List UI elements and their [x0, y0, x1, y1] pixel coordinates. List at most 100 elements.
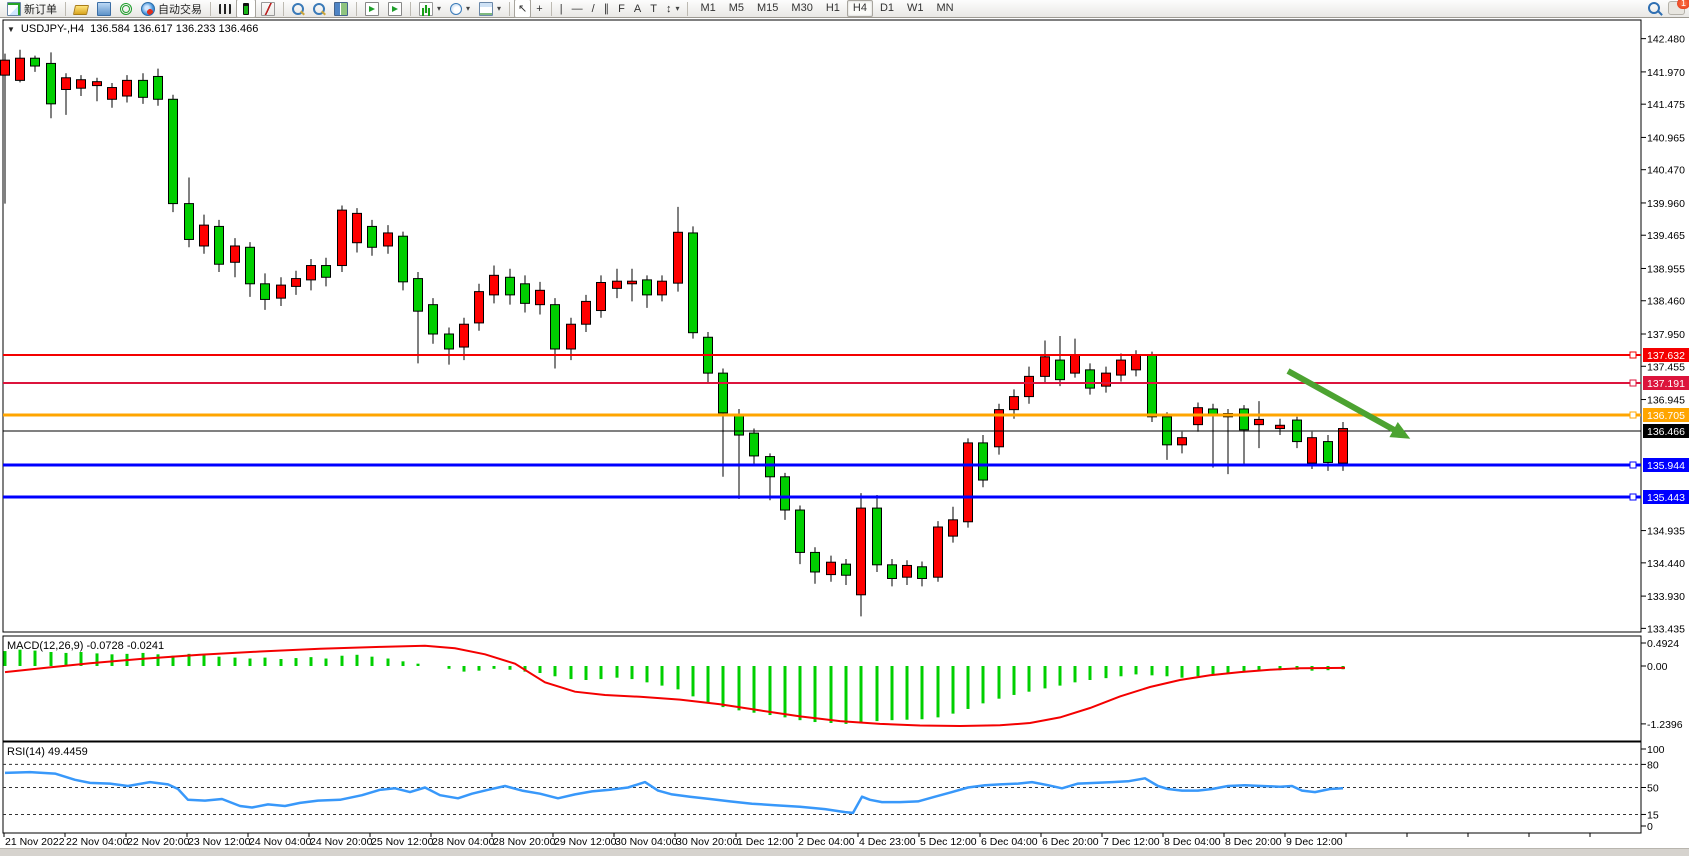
timeframe-h4[interactable]: H4 — [847, 0, 873, 17]
candle — [139, 73, 148, 104]
candle — [766, 453, 775, 500]
timeframe-m15[interactable]: M15 — [751, 0, 784, 17]
vertical-line-tool-button[interactable]: | — [556, 0, 567, 18]
candle — [322, 258, 331, 287]
candle — [307, 259, 316, 290]
zoom-in-icon — [292, 3, 304, 15]
candle — [903, 560, 912, 585]
search-icon[interactable] — [1648, 2, 1660, 14]
price-tick-label: 136.945 — [1647, 395, 1685, 407]
symbol-info-bar[interactable]: ▼ USDJPY-,H4 136.584 136.617 136.233 136… — [7, 23, 258, 35]
clock-icon — [450, 3, 462, 15]
fibonacci-tool-button[interactable]: F — [614, 0, 629, 18]
text-icon: A — [634, 3, 641, 15]
notification-badge: 1 — [1677, 0, 1689, 9]
candle — [918, 562, 927, 587]
zoom-out-button[interactable] — [309, 0, 329, 18]
arrows-tool-button[interactable]: ↕▾ — [662, 0, 684, 18]
auto-scroll-button[interactable] — [361, 0, 383, 18]
candle — [154, 69, 163, 106]
time-tick-label: 7 Dec 12:00 — [1103, 836, 1160, 848]
chart-shift-button[interactable] — [384, 0, 406, 18]
horizontal-level-line[interactable]: 136.705 — [3, 408, 1689, 422]
horizontal-level-line[interactable]: 136.466 — [3, 424, 1689, 438]
chevron-down-icon: ▾ — [675, 4, 679, 13]
candle — [215, 220, 224, 272]
candle — [246, 242, 255, 297]
timeframe-w1[interactable]: W1 — [901, 0, 930, 17]
autotrading-button[interactable]: 自动交易 — [137, 0, 206, 18]
label-tool-button[interactable]: T — [646, 0, 661, 18]
indicators-button[interactable]: ▾ — [415, 0, 445, 18]
candle — [551, 298, 560, 368]
time-tick-label: 30 Nov 04:00 — [615, 836, 678, 848]
timeframe-mn[interactable]: MN — [931, 0, 960, 17]
bar-chart-button[interactable] — [215, 0, 235, 18]
horizontal-line-icon: — — [572, 3, 583, 15]
macd-indicator-label: MACD(12,26,9) -0.0728 -0.0241 — [7, 640, 164, 652]
zoom-in-button[interactable] — [288, 0, 308, 18]
autotrading-label: 自动交易 — [158, 1, 202, 17]
chart-shift-icon — [388, 2, 402, 16]
candle — [353, 208, 362, 252]
price-tick-label: 141.475 — [1647, 99, 1685, 111]
chart-canvas[interactable]: 142.480141.970141.475140.965140.470139.9… — [0, 18, 1689, 848]
trendline-tool-button[interactable]: / — [588, 0, 599, 18]
horizontal-level-line[interactable]: 137.191 — [3, 376, 1689, 390]
horizontal-level-line[interactable]: 135.944 — [3, 458, 1689, 472]
price-tick-label: 137.455 — [1647, 361, 1685, 373]
candle — [1148, 352, 1157, 422]
price-tick-label: 140.470 — [1647, 165, 1685, 177]
panel-border — [3, 20, 1641, 632]
horizontal-level-line[interactable]: 137.632 — [3, 348, 1689, 362]
channel-tool-button[interactable]: ∥ — [600, 0, 614, 18]
candle — [1086, 363, 1095, 394]
gold-button[interactable] — [70, 0, 92, 18]
text-tool-button[interactable]: A — [630, 0, 645, 18]
cursor-tool-button[interactable]: ↖ — [514, 0, 531, 18]
templates-button[interactable]: ▾ — [475, 0, 505, 18]
candle — [628, 269, 637, 302]
candle — [582, 295, 591, 332]
candle — [658, 275, 667, 301]
separator — [65, 2, 66, 16]
channel-icon: ∥ — [604, 3, 610, 15]
candle — [796, 505, 805, 564]
timeframe-m1[interactable]: M1 — [694, 0, 721, 17]
timeframe-d1[interactable]: D1 — [874, 0, 900, 17]
chevron-down-icon: ▾ — [437, 4, 441, 13]
chart-window[interactable]: 142.480141.970141.475140.965140.470139.9… — [0, 18, 1689, 848]
rsi-tick-label: 0 — [1647, 821, 1653, 833]
crosshair-tool-button[interactable]: + — [532, 0, 546, 18]
candle — [1308, 432, 1317, 469]
periods-button[interactable]: ▾ — [446, 0, 474, 18]
timeframe-m5[interactable]: M5 — [723, 0, 750, 17]
candle — [536, 282, 545, 315]
rsi-tick-label: 80 — [1647, 759, 1659, 771]
timeframe-h1[interactable]: H1 — [820, 0, 846, 17]
time-tick-label: 28 Nov 04:00 — [432, 836, 495, 848]
candle — [995, 404, 1004, 455]
time-tick-label: 30 Nov 20:00 — [676, 836, 739, 848]
tile-windows-button[interactable] — [330, 0, 352, 18]
trend-arrow[interactable] — [1288, 371, 1410, 439]
chat-icon[interactable]: 1 — [1668, 1, 1685, 15]
candle — [77, 75, 86, 96]
new-order-button[interactable]: 新订单 — [3, 0, 61, 18]
collapse-icon[interactable]: ▼ — [7, 25, 15, 34]
market-watch-button[interactable] — [93, 0, 115, 18]
separator — [551, 2, 552, 16]
horizontal-line-tool-button[interactable]: — — [568, 0, 587, 18]
horizontal-level-line[interactable]: 135.443 — [3, 490, 1689, 504]
candle — [31, 56, 40, 72]
line-chart-button[interactable] — [257, 0, 279, 18]
signals-button[interactable] — [116, 0, 136, 18]
candle — [979, 435, 988, 487]
price-tick-label: 139.465 — [1647, 230, 1685, 242]
candle — [460, 318, 469, 360]
line-chart-icon — [261, 2, 275, 16]
price-tick-label: 142.480 — [1647, 34, 1685, 46]
time-tick-label: 24 Nov 20:00 — [310, 836, 373, 848]
candlestick-chart-button[interactable] — [236, 0, 256, 18]
timeframe-m30[interactable]: M30 — [785, 0, 818, 17]
